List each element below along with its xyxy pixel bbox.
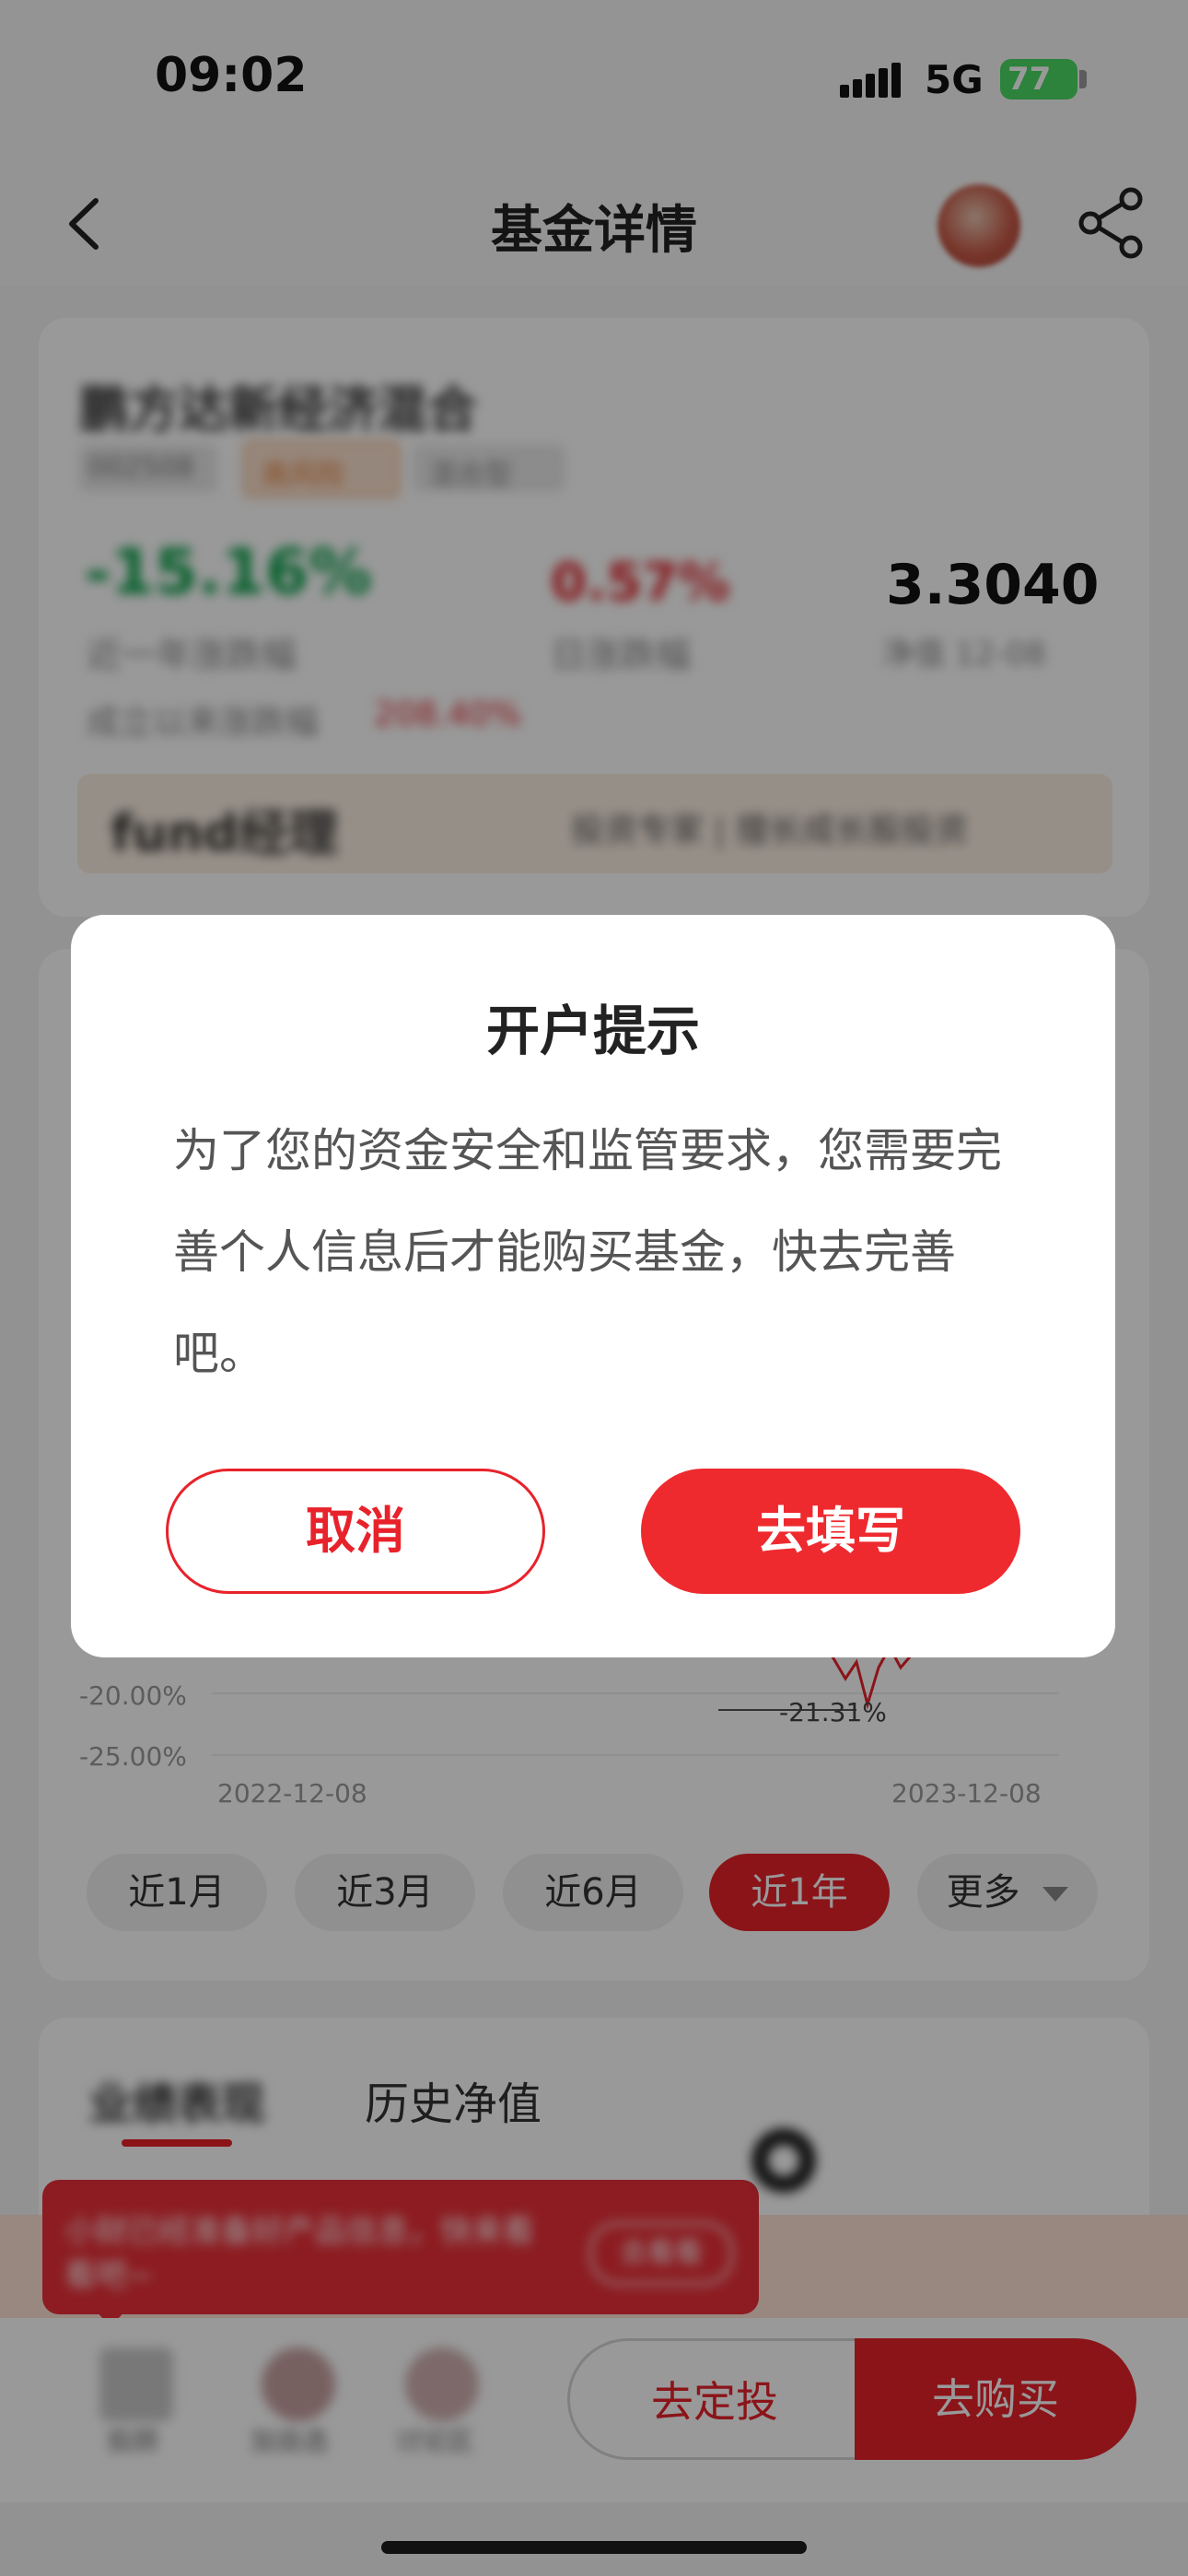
dialog-title: 开户提示 <box>485 1000 700 1062</box>
fill-in-button[interactable]: 去填写 <box>641 1469 1020 1594</box>
cancel-button[interactable]: 取消 <box>166 1469 545 1594</box>
home-indicator[interactable] <box>381 2541 807 2554</box>
dialog-message: 为了您的资金安全和监管要求，您需要完善个人信息后才能购买基金，快去完善吧。 <box>173 1124 1002 1380</box>
